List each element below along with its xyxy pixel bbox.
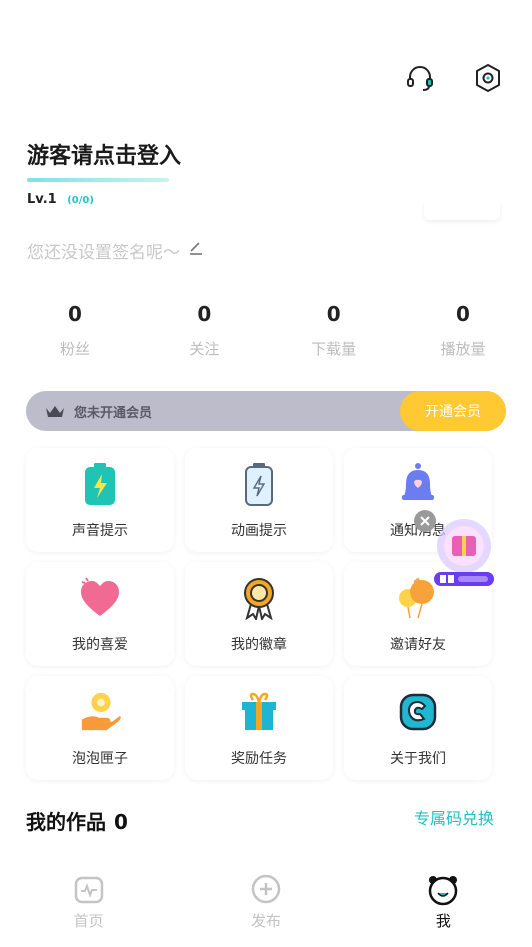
stat-downloads[interactable]: 0 下载量 — [289, 302, 379, 359]
redeem-code-link[interactable]: 专属码兑换 — [414, 805, 494, 829]
gift-icon — [237, 690, 281, 734]
tab-label: 首页 — [73, 912, 104, 930]
menu-label: 我的徽章 — [231, 637, 287, 653]
menu-label: 我的喜爱 — [72, 637, 128, 653]
menu-label: 泡泡匣子 — [72, 751, 128, 767]
tab-home[interactable]: 首页 — [0, 866, 177, 947]
stat-label: 粉丝 — [59, 340, 90, 358]
works-count: 0 — [114, 810, 128, 834]
close-icon[interactable] — [414, 510, 436, 532]
my-works-heading: 我的作品 0 — [26, 806, 128, 835]
stat-following[interactable]: 0 关注 — [159, 302, 249, 359]
feature-grid: 声音提示 动画提示 通知消息 我的喜爱 我的徽章 邀请好友 泡泡匣子 奖励任务 … — [26, 448, 494, 780]
menu-label: 奖励任务 — [231, 751, 287, 767]
tab-me[interactable]: 我 — [355, 866, 532, 947]
stat-value: 0 — [456, 302, 470, 326]
tab-label: 我 — [435, 912, 451, 930]
level-progress: (0/0) — [67, 195, 94, 206]
settings-icon[interactable] — [472, 62, 504, 94]
bottom-tab-bar: 首页 发布 我 — [0, 866, 532, 947]
app-logo-icon — [396, 690, 440, 734]
signature-row[interactable]: 您还没设置签名呢～ — [27, 238, 204, 263]
menu-label: 邀请好友 — [390, 637, 446, 653]
heart-icon — [78, 576, 122, 620]
menu-sound-tips[interactable]: 声音提示 — [26, 448, 174, 552]
works-title: 我的作品 — [26, 810, 106, 834]
battery-animation-icon — [237, 462, 281, 506]
stat-label: 关注 — [189, 340, 220, 358]
header-actions — [404, 62, 504, 94]
bell-icon — [396, 462, 440, 506]
signature-text: 您还没设置签名呢～ — [27, 243, 180, 263]
menu-bubble-box[interactable]: 泡泡匣子 — [26, 676, 174, 780]
stat-value: 0 — [68, 302, 82, 326]
tab-publish[interactable]: 发布 — [177, 866, 354, 947]
tab-label: 发布 — [250, 912, 281, 930]
profile-side-card — [424, 198, 500, 220]
home-pulse-icon — [72, 872, 106, 906]
stat-fans[interactable]: 0 粉丝 — [30, 302, 120, 359]
stat-label: 下载量 — [311, 340, 357, 358]
stats-row: 0 粉丝 0 关注 0 下载量 0 播放量 — [30, 302, 508, 359]
vip-status: 您未开通会员 — [74, 405, 153, 421]
menu-label: 动画提示 — [231, 523, 287, 539]
stat-label: 播放量 — [440, 340, 486, 358]
bear-face-icon — [426, 872, 460, 906]
floating-promo-widget[interactable] — [414, 510, 500, 592]
level-label: Lv.1 — [27, 192, 57, 207]
stat-value: 0 — [326, 302, 341, 326]
crown-icon — [44, 400, 66, 422]
level-indicator: Lv.1 (0/0) — [27, 192, 94, 207]
open-vip-button[interactable]: 开通会员 — [400, 391, 506, 431]
menu-label: 声音提示 — [72, 523, 128, 539]
menu-reward-tasks[interactable]: 奖励任务 — [185, 676, 333, 780]
stat-value: 0 — [197, 302, 212, 326]
title-underline — [27, 178, 169, 182]
plus-circle-icon — [249, 872, 283, 906]
hand-coin-icon — [78, 690, 122, 734]
login-prompt[interactable]: 游客请点击登入 — [27, 138, 181, 170]
menu-animation-tips[interactable]: 动画提示 — [185, 448, 333, 552]
menu-badges[interactable]: 我的徽章 — [185, 562, 333, 666]
headset-icon[interactable] — [404, 62, 436, 94]
battery-sound-icon — [78, 462, 122, 506]
menu-label: 关于我们 — [390, 751, 446, 767]
edit-pencil-icon[interactable] — [188, 240, 204, 261]
menu-favorites[interactable]: 我的喜爱 — [26, 562, 174, 666]
menu-about-us[interactable]: 关于我们 — [344, 676, 492, 780]
badge-medal-icon — [237, 576, 281, 620]
stat-plays[interactable]: 0 播放量 — [418, 302, 508, 359]
vip-banner[interactable]: 您未开通会员 开通会员 — [26, 391, 506, 431]
